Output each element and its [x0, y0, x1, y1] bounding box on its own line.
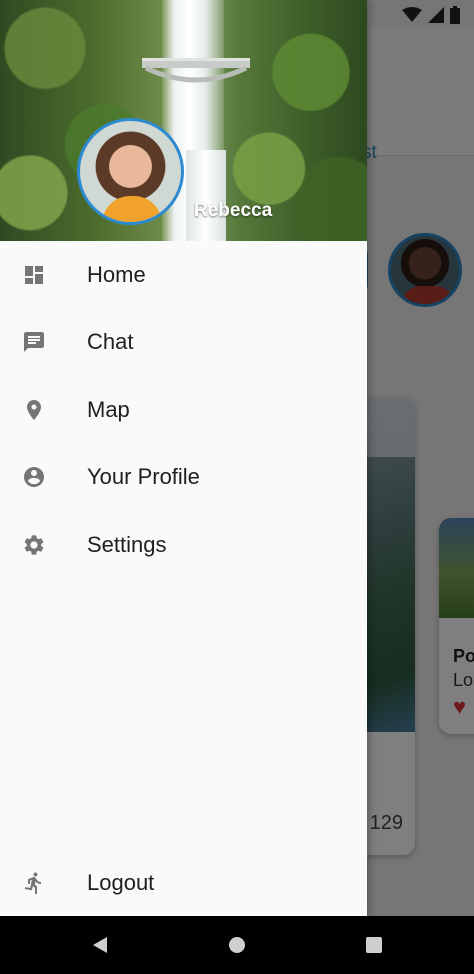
dashboard-icon — [20, 261, 48, 289]
menu-item-label: Your Profile — [87, 464, 200, 490]
logout-label: Logout — [87, 869, 155, 895]
back-button[interactable] — [88, 933, 112, 957]
menu-item-your-profile[interactable]: Your Profile — [0, 444, 367, 512]
navigation-drawer: Rebecca Home Chat Map Your Profile Setti… — [0, 0, 367, 916]
running-person-icon — [20, 869, 48, 897]
logout-button[interactable]: Logout — [0, 849, 367, 916]
menu-item-chat[interactable]: Chat — [0, 309, 367, 377]
status-bar — [402, 6, 460, 24]
account-circle-icon — [20, 463, 48, 491]
location-pin-icon — [20, 396, 48, 424]
profile-name: Rebecca — [194, 200, 273, 221]
home-icon — [229, 937, 245, 953]
wifi-icon — [402, 7, 422, 22]
recents-button[interactable] — [362, 933, 386, 957]
chat-icon — [20, 328, 48, 356]
signal-icon — [428, 7, 444, 23]
drawer-header: Rebecca — [0, 0, 367, 241]
recents-icon — [366, 937, 382, 953]
menu-item-settings[interactable]: Settings — [0, 511, 367, 579]
menu-item-label: Home — [87, 261, 146, 287]
system-navigation-bar — [0, 916, 474, 974]
profile-avatar[interactable] — [77, 118, 184, 225]
menu-item-label: Map — [87, 396, 130, 422]
battery-icon — [450, 6, 460, 24]
menu-item-label: Chat — [87, 329, 134, 355]
gear-icon — [20, 531, 48, 559]
menu-item-label: Settings — [87, 531, 167, 557]
back-icon — [93, 937, 107, 953]
home-button[interactable] — [225, 933, 249, 957]
menu-item-map[interactable]: Map — [0, 376, 367, 444]
bridge-image — [142, 58, 250, 83]
drawer-menu: Home Chat Map Your Profile Settings — [0, 241, 367, 579]
menu-item-home[interactable]: Home — [0, 241, 367, 309]
